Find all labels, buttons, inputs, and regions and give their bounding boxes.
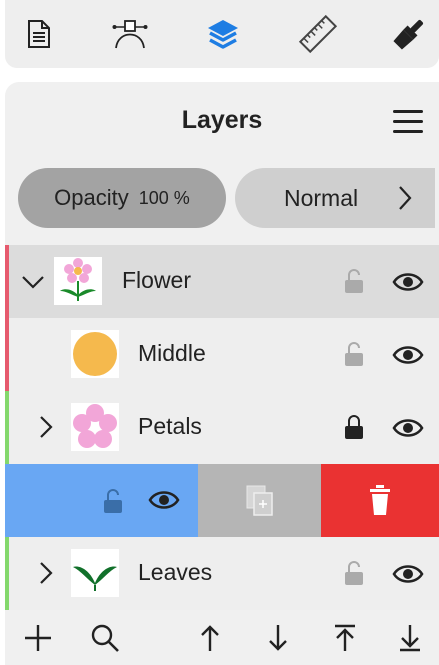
move-down-icon <box>269 625 287 651</box>
paint-brush-icon <box>393 19 424 50</box>
search-icon <box>91 624 119 652</box>
move-to-bottom-button[interactable] <box>392 620 428 656</box>
vector-pen-tool-button[interactable] <box>110 14 150 54</box>
move-to-top-button[interactable] <box>327 620 363 656</box>
search-layers-button[interactable] <box>87 620 123 656</box>
duplicate-icon <box>246 485 273 516</box>
opacity-label: Opacity <box>54 185 129 210</box>
vector-pen-icon <box>112 20 148 49</box>
layer-row-petals[interactable]: Petals <box>5 391 439 464</box>
lock-open-icon[interactable] <box>103 488 123 514</box>
flower-thumbnail <box>54 257 102 305</box>
eye-icon[interactable] <box>392 345 424 365</box>
paint-brush-tool-button[interactable] <box>389 14 429 54</box>
eye-icon[interactable] <box>148 490 180 510</box>
petals-thumbnail <box>71 403 119 451</box>
layers-icon <box>208 20 238 49</box>
add-icon <box>25 625 51 651</box>
lock-open-icon[interactable] <box>344 560 364 586</box>
eye-icon[interactable] <box>392 564 424 584</box>
eye-icon[interactable] <box>392 272 424 292</box>
panel-title: Layers <box>181 106 263 134</box>
leaves-thumbnail <box>71 549 119 597</box>
layer-name: Leaves <box>138 559 213 585</box>
chevron-right-icon <box>399 186 412 210</box>
opacity-value: 100 % <box>138 187 190 208</box>
layer-row-middle[interactable]: Middle <box>5 318 439 391</box>
layers-panel: Layers Opacity 100 % Normal Flower Middl… <box>5 82 439 665</box>
chevron-right-icon[interactable] <box>39 415 53 439</box>
tool-bar <box>5 0 439 68</box>
opacity-control[interactable]: Opacity 100 % <box>18 168 226 228</box>
swipe-layer-controls[interactable] <box>5 464 198 537</box>
document-icon <box>28 20 50 48</box>
layers-bottom-bar <box>5 610 439 665</box>
move-up-icon <box>201 625 219 651</box>
chevron-right-icon[interactable] <box>39 561 53 585</box>
hamburger-menu-icon[interactable] <box>389 106 425 136</box>
layer-group-color-bar <box>5 318 9 391</box>
blend-mode-label: Normal <box>284 185 359 211</box>
layer-group-color-bar <box>5 391 9 464</box>
layer-name: Petals <box>138 413 202 439</box>
orange-circle-thumbnail <box>71 330 119 378</box>
move-to-bottom-icon <box>400 625 420 652</box>
layer-row-leaves[interactable]: Leaves <box>5 537 439 610</box>
layer-name: Middle <box>138 340 206 366</box>
layer-group-color-bar <box>5 537 9 610</box>
lock-closed-icon[interactable] <box>344 414 364 440</box>
chevron-down-icon[interactable] <box>21 275 45 289</box>
eye-icon[interactable] <box>392 418 424 438</box>
layers-tool-button[interactable] <box>203 14 243 54</box>
document-tool-button[interactable] <box>19 14 59 54</box>
layer-group-color-bar <box>5 245 9 318</box>
delete-layer-button[interactable] <box>321 464 439 537</box>
swipe-actions-row <box>5 464 439 537</box>
lock-open-icon[interactable] <box>344 268 364 294</box>
move-up-button[interactable] <box>192 620 228 656</box>
layer-name: Flower <box>122 267 192 293</box>
duplicate-layer-button[interactable] <box>198 464 321 537</box>
trash-icon <box>370 485 390 515</box>
lock-open-icon[interactable] <box>344 341 364 367</box>
move-down-button[interactable] <box>260 620 296 656</box>
ruler-icon <box>298 14 338 54</box>
ruler-tool-button[interactable] <box>298 14 338 54</box>
layer-row-flower[interactable]: Flower <box>5 245 439 318</box>
move-to-top-icon <box>335 624 355 651</box>
blend-mode-control[interactable]: Normal <box>235 168 435 228</box>
add-layer-button[interactable] <box>20 620 56 656</box>
